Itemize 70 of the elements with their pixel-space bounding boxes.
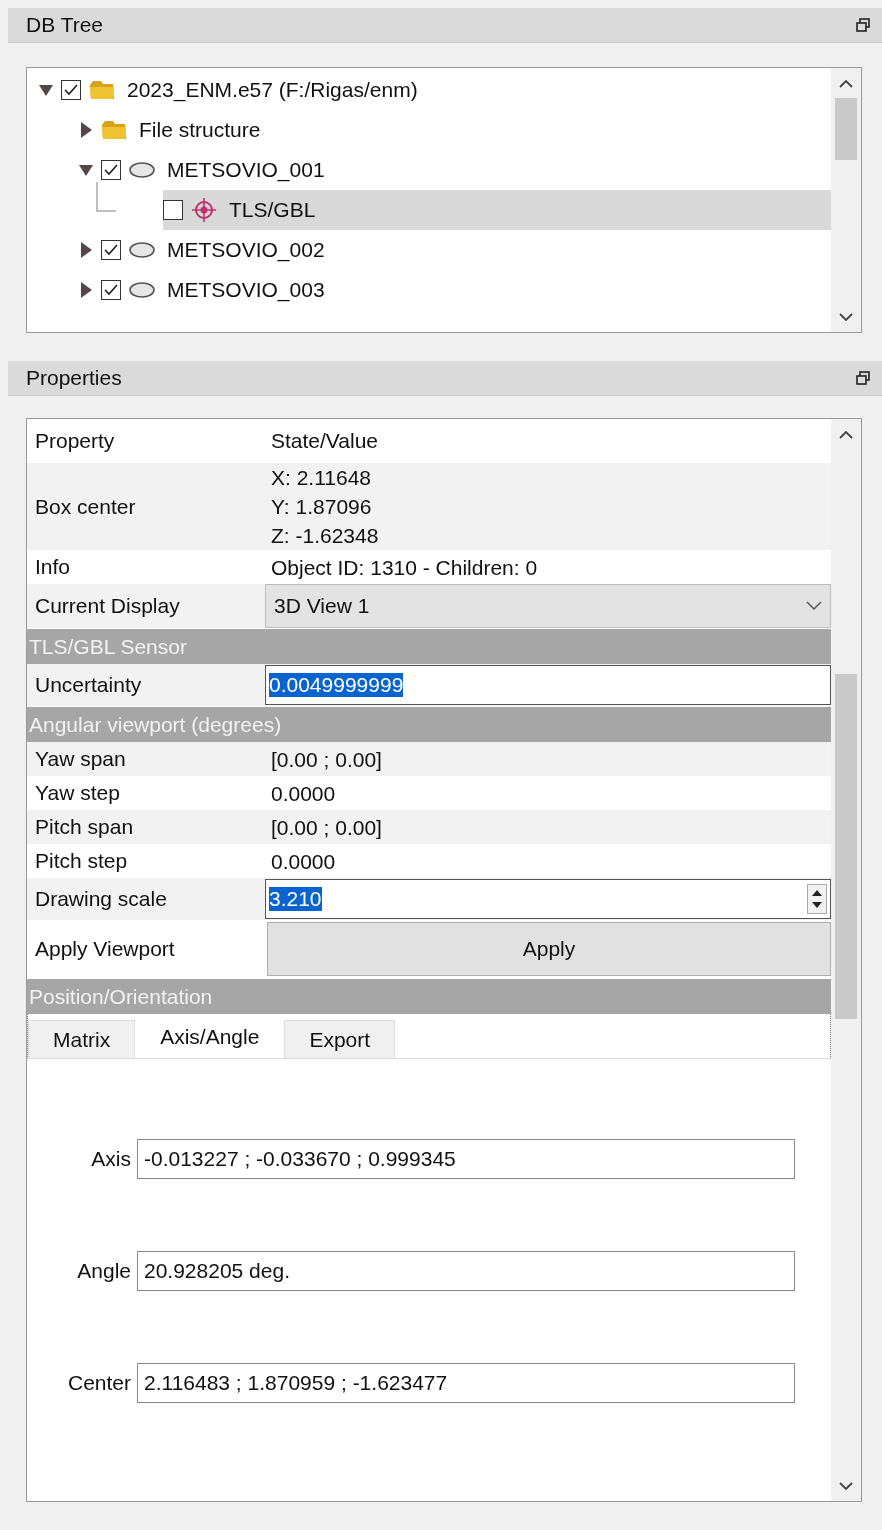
cloud-icon xyxy=(129,280,155,300)
checkbox[interactable] xyxy=(61,80,81,100)
scroll-down-icon[interactable] xyxy=(839,1481,853,1491)
folder-icon xyxy=(89,79,115,101)
expanded-arrow-icon[interactable] xyxy=(39,82,53,98)
tab[interactable]: Matrix xyxy=(28,1020,136,1058)
input-field[interactable]: 2.116483 ; 1.870959 ; -1.623477 xyxy=(137,1363,795,1403)
collapsed-arrow-icon[interactable] xyxy=(79,242,93,258)
property-value: [0.00 ; 0.00] xyxy=(271,814,383,841)
collapsed-arrow-icon[interactable] xyxy=(79,282,93,298)
panel-title: DB Tree xyxy=(26,13,104,37)
property-name: Pitch span xyxy=(35,815,134,839)
scrollbar-thumb[interactable] xyxy=(835,98,857,160)
field-label: Angle xyxy=(76,1259,131,1283)
display-dropdown[interactable]: 3D View 1 xyxy=(265,584,831,628)
property-value: Y: 1.87096 xyxy=(271,494,373,520)
apply-button[interactable]: Apply xyxy=(267,922,831,976)
property-name: Apply Viewport xyxy=(35,937,175,961)
column-header: State/Value xyxy=(271,429,380,453)
input-field[interactable]: 0.0049999999 xyxy=(265,665,831,705)
cloud-icon xyxy=(129,160,155,180)
spin-box[interactable]: 3.210 xyxy=(265,879,831,919)
scrollbar-thumb[interactable] xyxy=(835,674,857,1019)
input-field[interactable]: 20.928205 deg. xyxy=(137,1251,795,1291)
property-name: Info xyxy=(35,555,71,579)
property-name: Pitch step xyxy=(35,849,128,873)
scroll-down-icon[interactable] xyxy=(839,312,853,322)
tree-item[interactable]: METSOVIO_003 xyxy=(101,270,831,310)
property-name: Box center xyxy=(35,494,136,519)
property-name: Uncertainty xyxy=(35,673,142,697)
section-header: Position/Orientation xyxy=(29,984,213,1009)
property-value: Object ID: 1310 - Children: 0 xyxy=(271,554,539,581)
property-name: Drawing scale xyxy=(35,887,167,911)
field-label: Center xyxy=(66,1371,131,1395)
restore-icon[interactable] xyxy=(856,371,870,385)
property-name: Yaw step xyxy=(35,781,120,805)
input-field[interactable]: -0.013227 ; -0.033670 ; 0.999345 xyxy=(137,1139,795,1179)
tree-item[interactable]: TLS/GBL xyxy=(163,190,831,230)
checkbox[interactable] xyxy=(163,200,183,220)
property-value: 0.0000 xyxy=(271,780,337,807)
tree-item[interactable]: METSOVIO_002 xyxy=(101,230,831,270)
tree-item[interactable]: METSOVIO_001 xyxy=(101,150,831,190)
column-header: Property xyxy=(35,429,115,453)
tree-item[interactable]: File structure xyxy=(101,110,831,150)
scroll-up-icon[interactable] xyxy=(839,78,853,88)
scroll-up-icon[interactable] xyxy=(839,429,853,439)
chevron-down-icon xyxy=(806,601,822,611)
collapsed-arrow-icon[interactable] xyxy=(79,122,93,138)
checkbox[interactable] xyxy=(101,280,121,300)
target-icon xyxy=(191,197,217,223)
property-name: Yaw span xyxy=(35,747,126,771)
tab[interactable]: Export xyxy=(284,1020,396,1058)
restore-icon[interactable] xyxy=(856,18,870,32)
spin-arrows-icon[interactable] xyxy=(807,884,827,914)
checkbox[interactable] xyxy=(101,240,121,260)
expanded-arrow-icon[interactable] xyxy=(79,162,93,178)
checkbox[interactable] xyxy=(101,160,121,180)
tree-connector xyxy=(96,182,116,212)
property-name: Current Display xyxy=(35,594,180,618)
property-value: X: 2.11648 xyxy=(271,465,373,491)
property-value: [0.00 ; 0.00] xyxy=(271,746,383,773)
property-value: 0.0000 xyxy=(271,848,337,875)
tree-item[interactable]: 2023_ENM.e57 (F:/Rigas/enm) xyxy=(61,70,831,110)
section-header: Angular viewport (degrees) xyxy=(29,712,282,737)
property-value: Z: -1.62348 xyxy=(271,523,380,549)
folder-icon xyxy=(101,119,127,141)
field-label: Axis xyxy=(90,1147,131,1171)
cloud-icon xyxy=(129,240,155,260)
section-header: TLS/GBL Sensor xyxy=(29,634,187,659)
panel-title: Properties xyxy=(26,366,122,390)
